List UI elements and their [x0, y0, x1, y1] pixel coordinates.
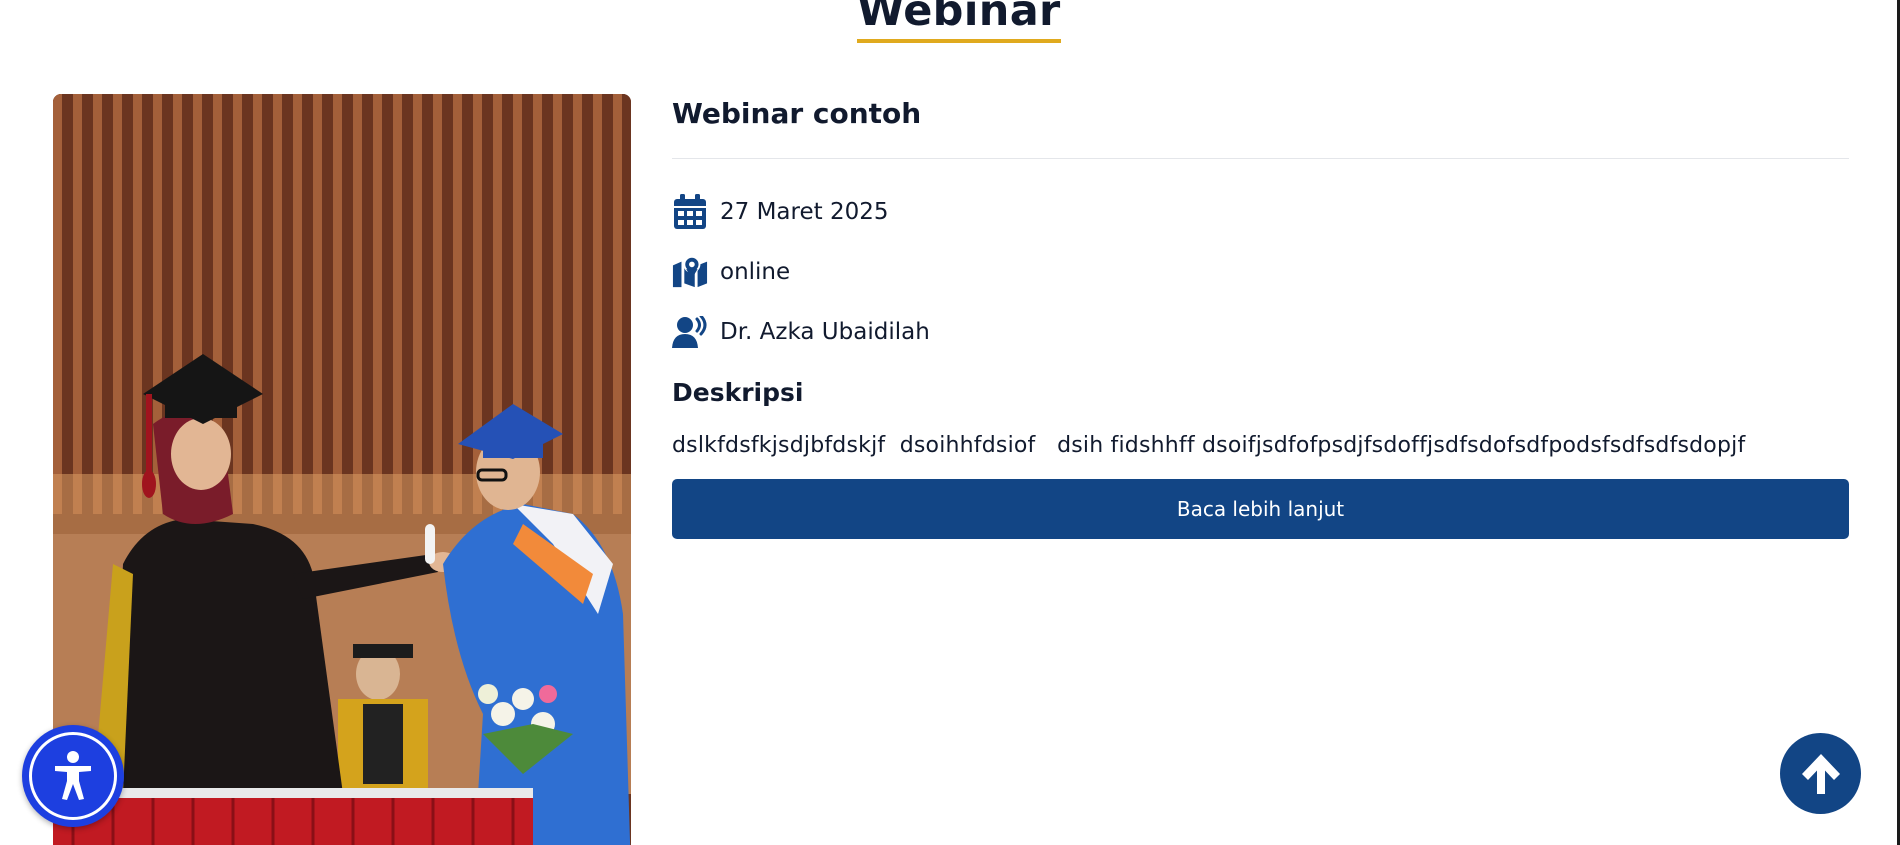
event-date: 27 Maret 2025 [720, 199, 889, 225]
event-title: Webinar contoh [672, 97, 922, 130]
event-speaker: Dr. Azka Ubaidilah [720, 319, 930, 345]
event-details: Webinar contoh 27 Maret 2025 online Dr. … [672, 94, 1849, 539]
webinar-page: Webinar Webinar contoh 27 Maret 2025 onl… [0, 0, 1900, 845]
calendar-icon [672, 194, 708, 230]
event-date-row: 27 Maret 2025 [672, 192, 1849, 232]
accessibility-icon [29, 732, 117, 820]
accessibility-button[interactable] [22, 725, 124, 827]
map-pin-icon [672, 254, 708, 290]
read-more-button[interactable]: Baca lebih lanjut [672, 479, 1849, 539]
description-heading: Deskripsi [672, 378, 804, 407]
event-speaker-row: Dr. Azka Ubaidilah [672, 312, 1849, 352]
back-to-top-button[interactable] [1780, 733, 1861, 814]
section-title: Webinar [857, 0, 1061, 43]
divider [672, 158, 1849, 159]
speaker-icon [672, 314, 708, 350]
event-location-row: online [672, 252, 1849, 292]
event-photo [53, 94, 631, 845]
arrow-up-icon [1800, 752, 1842, 796]
event-location: online [720, 259, 791, 285]
description-text: dslkfdsfkjsdjbfdskjf dsoihhfdsiof dsih f… [672, 433, 1746, 458]
